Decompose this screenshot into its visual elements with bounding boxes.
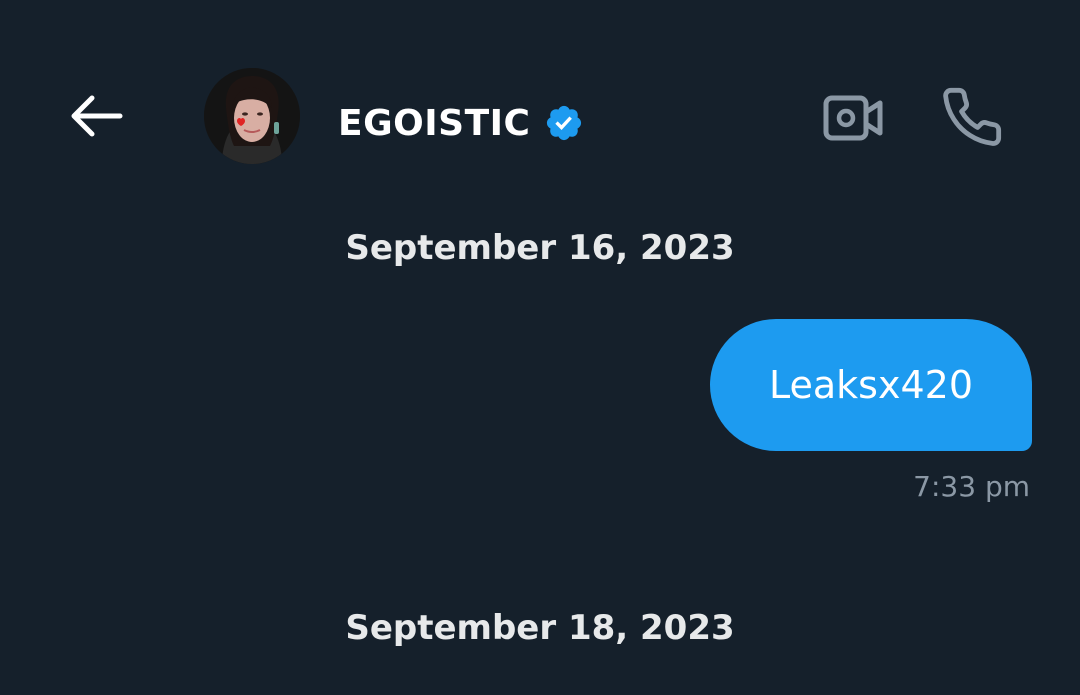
- date-separator: September 16, 2023: [345, 228, 735, 268]
- avatar-photo: [204, 68, 300, 164]
- arrow-left-icon: [71, 95, 123, 137]
- sent-message-bubble[interactable]: Leaksx420: [710, 319, 1032, 451]
- video-call-button[interactable]: [818, 88, 888, 148]
- phone-call-button[interactable]: [936, 82, 1008, 152]
- conversation-title[interactable]: EGOISTIC: [338, 96, 584, 150]
- conversation-header: EGOISTIC: [0, 0, 1080, 200]
- date-separator: September 18, 2023: [345, 608, 735, 648]
- contact-name: EGOISTIC: [338, 102, 531, 144]
- back-button[interactable]: [62, 86, 130, 146]
- phone-call-icon: [943, 87, 1002, 146]
- avatar[interactable]: [204, 68, 300, 164]
- verified-badge-icon: [544, 103, 584, 143]
- video-call-icon: [823, 95, 883, 141]
- message-timestamp: 7:33 pm: [913, 470, 1030, 503]
- message-text: Leaksx420: [769, 363, 973, 407]
